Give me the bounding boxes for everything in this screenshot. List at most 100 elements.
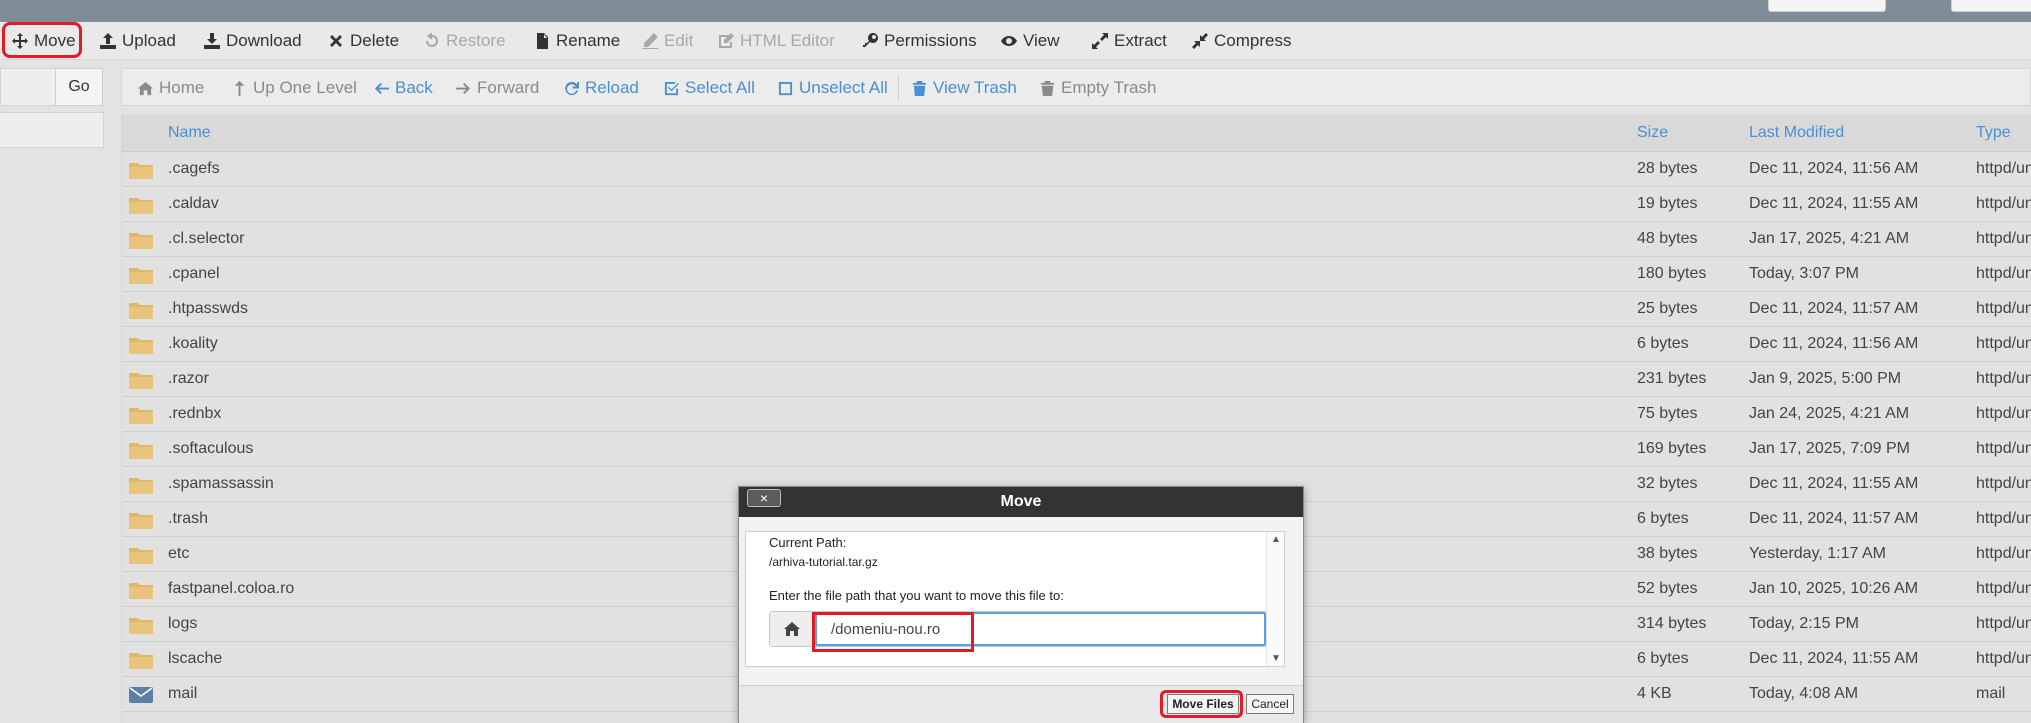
file-last-modified: Dec 11, 2024, 11:56 AM: [1749, 160, 1919, 177]
view-trash-button[interactable]: View Trash: [912, 77, 1017, 99]
home-button[interactable]: Home: [138, 77, 204, 99]
up-one-level-button[interactable]: Up One Level: [232, 77, 357, 99]
select-all-label: Select All: [685, 78, 755, 97]
file-type: httpd/unix-directory: [1976, 335, 2031, 352]
file-type: httpd/unix-directory: [1976, 160, 2031, 177]
delete-button[interactable]: Delete: [328, 28, 399, 54]
home-label: Home: [159, 78, 205, 97]
file-name: .cagefs: [168, 160, 220, 177]
cancel-button[interactable]: Cancel: [1246, 694, 1294, 714]
file-type: httpd/unix-directory: [1976, 650, 2031, 667]
table-row[interactable]: .razor 231 bytes Jan 9, 2025, 5:00 PM httpd…: [122, 362, 2031, 397]
scroll-down-icon[interactable]: ▼: [1271, 653, 1281, 664]
compress-button[interactable]: Compress: [1192, 28, 1291, 54]
folder-icon: [129, 336, 153, 354]
file-name: .htpasswds: [168, 300, 249, 317]
extract-button[interactable]: Extract: [1092, 28, 1167, 54]
file-size: 19 bytes: [1637, 195, 1698, 212]
folder-icon: [129, 581, 153, 599]
file-name: fastpanel.coloa.ro: [168, 580, 295, 597]
table-header: Name Size Last Modified Type: [122, 114, 2031, 152]
file-last-modified: Jan 24, 2025, 4:21 AM: [1749, 405, 1910, 422]
folder-icon: [129, 546, 153, 564]
folder-icon: [129, 161, 153, 179]
reload-label: Reload: [585, 78, 639, 97]
edit-button[interactable]: Edit: [642, 28, 693, 54]
file-size: 6 bytes: [1637, 510, 1689, 527]
file-size: 38 bytes: [1637, 545, 1698, 562]
destination-path-highlight: [812, 612, 974, 652]
dialog-close-button[interactable]: ×: [747, 489, 781, 507]
empty-trash-button[interactable]: Empty Trash: [1040, 77, 1156, 99]
table-row[interactable]: .cagefs 28 bytes Dec 11, 2024, 11:56 AM htt…: [122, 152, 2031, 187]
table-row[interactable]: .cl.selector 48 bytes Jan 17, 2025, 4:21 A…: [122, 222, 2031, 257]
file-type: httpd/unix-directory: [1976, 615, 2031, 632]
move-dialog: Move × Current Path: /arhiva-tutorial.ta…: [738, 486, 1304, 723]
file-last-modified: Today, 3:07 PM: [1749, 265, 1859, 282]
header-button[interactable]: [1768, 0, 1886, 12]
file-size: 169 bytes: [1637, 440, 1707, 457]
compress-icon: [1192, 33, 1208, 49]
upload-button[interactable]: Upload: [100, 28, 176, 54]
unselect-all-button[interactable]: Unselect All: [778, 77, 888, 99]
file-last-modified: Today, 4:08 AM: [1749, 685, 1859, 702]
file-name: .spamassassin: [168, 475, 274, 492]
file-type: httpd/unix-directory: [1976, 370, 2031, 387]
scroll-up-icon[interactable]: ▲: [1271, 534, 1281, 545]
main-toolbar: Move Upload Download Delete Restore Rena…: [0, 22, 2031, 60]
file-last-modified: Dec 11, 2024, 11:55 AM: [1749, 195, 1919, 212]
folder-icon: [129, 371, 153, 389]
header-button[interactable]: [1951, 0, 2031, 12]
table-row[interactable]: .caldav 19 bytes Dec 11, 2024, 11:55 AM htt…: [122, 187, 2031, 222]
sidebar-path-field[interactable]: [0, 68, 55, 106]
move-button-highlight: [2, 22, 82, 58]
folder-icon: [129, 231, 153, 249]
edit-label: Edit: [664, 31, 694, 50]
view-button[interactable]: View: [1001, 28, 1060, 54]
file-size: 28 bytes: [1637, 160, 1698, 177]
up-one-level-label: Up One Level: [253, 78, 357, 97]
view-label: View: [1023, 31, 1060, 50]
go-button[interactable]: Go: [55, 68, 103, 106]
rename-icon: [537, 33, 548, 49]
file-name: mail: [168, 685, 198, 702]
file-type: mail: [1976, 685, 2006, 702]
restore-icon: [426, 33, 438, 47]
table-row[interactable]: .softaculous 169 bytes Jan 17, 2025, 7:09 …: [122, 432, 2031, 467]
table-row[interactable]: .rednbx 75 bytes Jan 24, 2025, 4:21 AM http…: [122, 397, 2031, 432]
column-header-name[interactable]: Name: [168, 124, 211, 142]
dialog-scrollbar[interactable]: ▲ ▼: [1266, 532, 1284, 666]
close-icon: ×: [759, 490, 769, 506]
file-last-modified: Jan 17, 2025, 7:09 PM: [1749, 440, 1910, 457]
download-icon: [204, 33, 220, 49]
file-name: .cl.selector: [168, 230, 245, 247]
dialog-header: Move ×: [739, 487, 1303, 517]
folder-icon: [129, 196, 153, 214]
column-header-last-modified[interactable]: Last Modified: [1749, 124, 1844, 142]
sidebar-folder-tree[interactable]: [0, 112, 104, 148]
reload-icon: [565, 81, 579, 95]
back-button[interactable]: Back: [374, 77, 433, 99]
compress-label: Compress: [1214, 31, 1292, 50]
folder-icon: [129, 406, 153, 424]
table-row[interactable]: .htpasswds 25 bytes Dec 11, 2024, 11:57 AM…: [122, 292, 2031, 327]
column-header-size[interactable]: Size: [1637, 124, 1668, 142]
file-type: httpd/unix-directory: [1976, 405, 2031, 422]
edit-icon: [642, 33, 658, 49]
trash-icon: [1040, 80, 1055, 96]
html-editor-button[interactable]: HTML Editor: [718, 28, 835, 54]
column-header-type[interactable]: Type: [1976, 124, 2011, 142]
forward-label: Forward: [477, 78, 540, 97]
permissions-button[interactable]: Permissions: [862, 28, 977, 54]
table-row[interactable]: .cpanel 180 bytes Today, 3:07 PM httpd/unix…: [122, 257, 2031, 292]
restore-button[interactable]: Restore: [424, 28, 506, 54]
rename-button[interactable]: Rename: [534, 28, 620, 54]
view-trash-label: View Trash: [933, 78, 1017, 97]
table-row[interactable]: .koality 6 bytes Dec 11, 2024, 11:56 AM htt…: [122, 327, 2031, 362]
reload-button[interactable]: Reload: [564, 77, 639, 99]
home-icon: [138, 81, 153, 95]
forward-button[interactable]: Forward: [456, 77, 539, 99]
select-all-button[interactable]: Select All: [664, 77, 755, 99]
file-size: 4 KB: [1637, 685, 1672, 702]
download-button[interactable]: Download: [204, 28, 302, 54]
